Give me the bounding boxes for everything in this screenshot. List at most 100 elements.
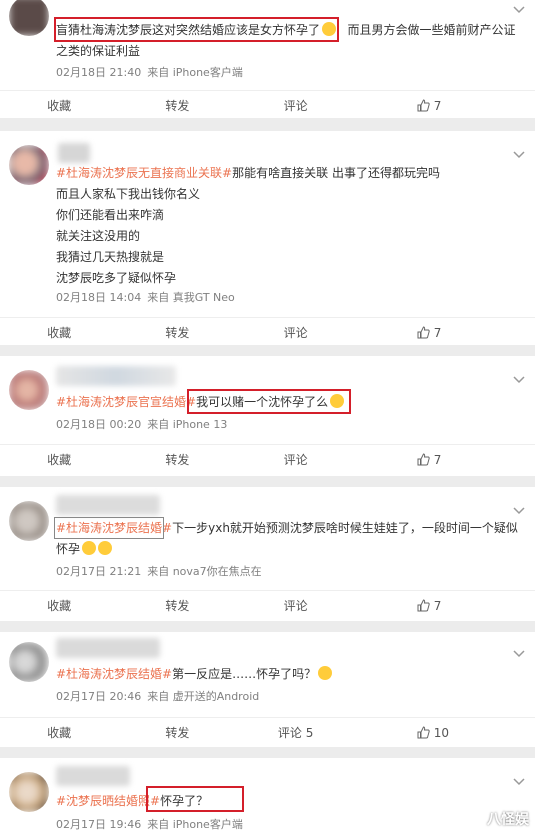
thumbs-up-icon bbox=[417, 726, 430, 739]
post-meta: 02月17日 19:46 来自 iPhone客户端 bbox=[56, 816, 249, 832]
post-meta: 02月18日 21:40 来自 iPhone客户端 bbox=[56, 64, 249, 80]
repost-button[interactable]: 转发 bbox=[118, 718, 236, 747]
topic-link[interactable]: #沈梦辰晒结婚照# bbox=[56, 794, 160, 808]
highlight-box bbox=[146, 786, 244, 812]
chevron-down-icon[interactable] bbox=[513, 151, 525, 159]
like-button[interactable]: 7 bbox=[355, 318, 535, 345]
collect-button[interactable]: 收藏 bbox=[0, 718, 118, 747]
username-blurred bbox=[58, 143, 90, 163]
action-bar: 收藏 转发 评论 7 bbox=[0, 317, 535, 345]
avatar[interactable] bbox=[9, 772, 49, 812]
post-card: #杜海涛沈梦辰无直接商业关联#那能有啥直接关联 出事了还得都玩完吗 而且人家私下… bbox=[0, 131, 535, 345]
topic-link[interactable]: #杜海涛沈梦辰官宣结婚# bbox=[56, 395, 196, 409]
action-bar: 收藏 转发 评论 7 bbox=[0, 90, 535, 118]
repost-label: 转发 bbox=[165, 453, 190, 467]
like-count: 7 bbox=[433, 98, 442, 113]
post-card: 盲猜杜海涛沈梦辰这对突然结婚应该是女方怀孕了 而且男方会做一些婚前财产公证 之类… bbox=[0, 0, 535, 118]
post-date: 02月17日 20:46 bbox=[56, 690, 142, 703]
thinking-emoji-icon bbox=[318, 666, 333, 680]
username-blurred bbox=[56, 638, 160, 658]
like-button[interactable]: 7 bbox=[355, 91, 535, 118]
chevron-down-icon[interactable] bbox=[513, 376, 525, 384]
post-card: #杜海涛沈梦辰结婚#下一步yxh就开始预测沈梦辰啥时候生娃娃了，一段时间一个疑似… bbox=[0, 487, 535, 621]
chevron-down-icon[interactable] bbox=[513, 507, 525, 515]
topic-link[interactable]: #杜海涛沈梦辰结婚# bbox=[56, 667, 172, 681]
post-card: #杜海涛沈梦辰官宣结婚#我可以赌一个沈怀孕了么 02月18日 00:20 来自 i… bbox=[0, 356, 535, 476]
chevron-down-icon[interactable] bbox=[513, 778, 525, 786]
repost-label: 转发 bbox=[165, 599, 190, 613]
repost-button[interactable]: 转发 bbox=[118, 91, 236, 118]
chevron-down-icon[interactable] bbox=[513, 6, 525, 14]
collect-button[interactable]: 收藏 bbox=[0, 318, 118, 345]
comment-label: 评论 bbox=[283, 453, 308, 467]
avatar[interactable] bbox=[9, 0, 49, 36]
post-source[interactable]: 来自 iPhone客户端 bbox=[147, 818, 243, 831]
repost-label: 转发 bbox=[165, 99, 190, 113]
like-button[interactable]: 7 bbox=[355, 445, 535, 474]
watermark: 八怪娱 bbox=[487, 812, 529, 828]
action-bar: 收藏 转发 评论 7 bbox=[0, 590, 535, 620]
post-date: 02月18日 14:04 bbox=[56, 291, 142, 304]
like-button[interactable]: 7 bbox=[355, 591, 535, 620]
post-card: #沈梦辰晒结婚照#怀孕了？ 02月17日 19:46 来自 iPhone客户端 八… bbox=[0, 758, 535, 833]
comment-label: 评论 5 bbox=[277, 726, 314, 740]
collect-label: 收藏 bbox=[47, 453, 72, 467]
username-blurred bbox=[56, 366, 176, 386]
avatar[interactable] bbox=[9, 501, 49, 541]
action-bar: 收藏 转发 评论 5 10 bbox=[0, 717, 535, 747]
topic-link[interactable]: #杜海涛沈梦辰无直接商业关联# bbox=[56, 166, 232, 180]
avatar[interactable] bbox=[9, 642, 49, 682]
repost-label: 转发 bbox=[165, 326, 190, 340]
comment-button[interactable]: 评论 bbox=[237, 91, 355, 118]
username-blurred bbox=[56, 766, 130, 786]
highlight-box bbox=[54, 517, 164, 539]
thumbs-up-icon bbox=[417, 453, 430, 466]
repost-button[interactable]: 转发 bbox=[118, 591, 236, 620]
thumbs-up-icon bbox=[417, 326, 430, 339]
post-source[interactable]: 来自 虚开送的Android bbox=[147, 690, 259, 703]
post-date: 02月18日 00:20 bbox=[56, 418, 142, 431]
post-date: 02月17日 21:21 bbox=[56, 565, 142, 578]
thumbs-up-icon bbox=[417, 99, 430, 112]
comment-button[interactable]: 评论 bbox=[237, 318, 355, 345]
post-date: 02月18日 21:40 bbox=[56, 66, 142, 79]
like-button[interactable]: 10 bbox=[355, 718, 535, 747]
action-bar: 收藏 转发 评论 7 bbox=[0, 444, 535, 474]
comment-button[interactable]: 评论 bbox=[237, 591, 355, 620]
chevron-down-icon[interactable] bbox=[513, 650, 525, 658]
avatar[interactable] bbox=[9, 145, 49, 185]
comment-label: 评论 bbox=[283, 326, 308, 340]
like-count: 7 bbox=[433, 598, 442, 613]
repost-button[interactable]: 转发 bbox=[118, 318, 236, 345]
post-text: #杜海涛沈梦辰结婚#第一反应是……怀孕了吗？ bbox=[56, 664, 515, 685]
highlight-box bbox=[54, 17, 339, 42]
post-source[interactable]: 来自 真我GT Neo bbox=[147, 291, 235, 304]
collect-label: 收藏 bbox=[47, 599, 72, 613]
post-text: #杜海涛沈梦辰无直接商业关联#那能有啥直接关联 出事了还得都玩完吗 而且人家私下… bbox=[56, 166, 440, 285]
post-text: #沈梦辰晒结婚照#怀孕了？ bbox=[56, 794, 209, 808]
collect-label: 收藏 bbox=[47, 326, 72, 340]
post-meta: 02月18日 00:20 来自 iPhone 13 bbox=[56, 416, 233, 432]
post-meta: 02月17日 20:46 来自 虚开送的Android bbox=[56, 688, 265, 704]
collect-button[interactable]: 收藏 bbox=[0, 91, 118, 118]
username-blurred bbox=[56, 495, 160, 515]
collect-button[interactable]: 收藏 bbox=[0, 445, 118, 474]
post-source[interactable]: 来自 iPhone 13 bbox=[147, 418, 227, 431]
comment-button[interactable]: 评论 bbox=[237, 445, 355, 474]
repost-button[interactable]: 转发 bbox=[118, 445, 236, 474]
like-count: 10 bbox=[433, 725, 450, 740]
post-meta: 02月18日 14:04 来自 真我GT Neo bbox=[56, 289, 241, 305]
collect-label: 收藏 bbox=[47, 726, 72, 740]
collect-label: 收藏 bbox=[47, 99, 72, 113]
avatar[interactable] bbox=[9, 370, 49, 410]
repost-label: 转发 bbox=[165, 726, 190, 740]
like-count: 7 bbox=[433, 452, 442, 467]
post-meta: 02月17日 21:21 来自 nova7你在焦点在 bbox=[56, 563, 268, 579]
hug-emoji-icon bbox=[82, 541, 97, 555]
comment-button[interactable]: 评论 5 bbox=[237, 718, 355, 747]
hug-emoji-icon bbox=[98, 541, 113, 555]
post-source[interactable]: 来自 iPhone客户端 bbox=[147, 66, 243, 79]
post-date: 02月17日 19:46 bbox=[56, 818, 142, 831]
collect-button[interactable]: 收藏 bbox=[0, 591, 118, 620]
post-source[interactable]: 来自 nova7你在焦点在 bbox=[147, 565, 261, 578]
